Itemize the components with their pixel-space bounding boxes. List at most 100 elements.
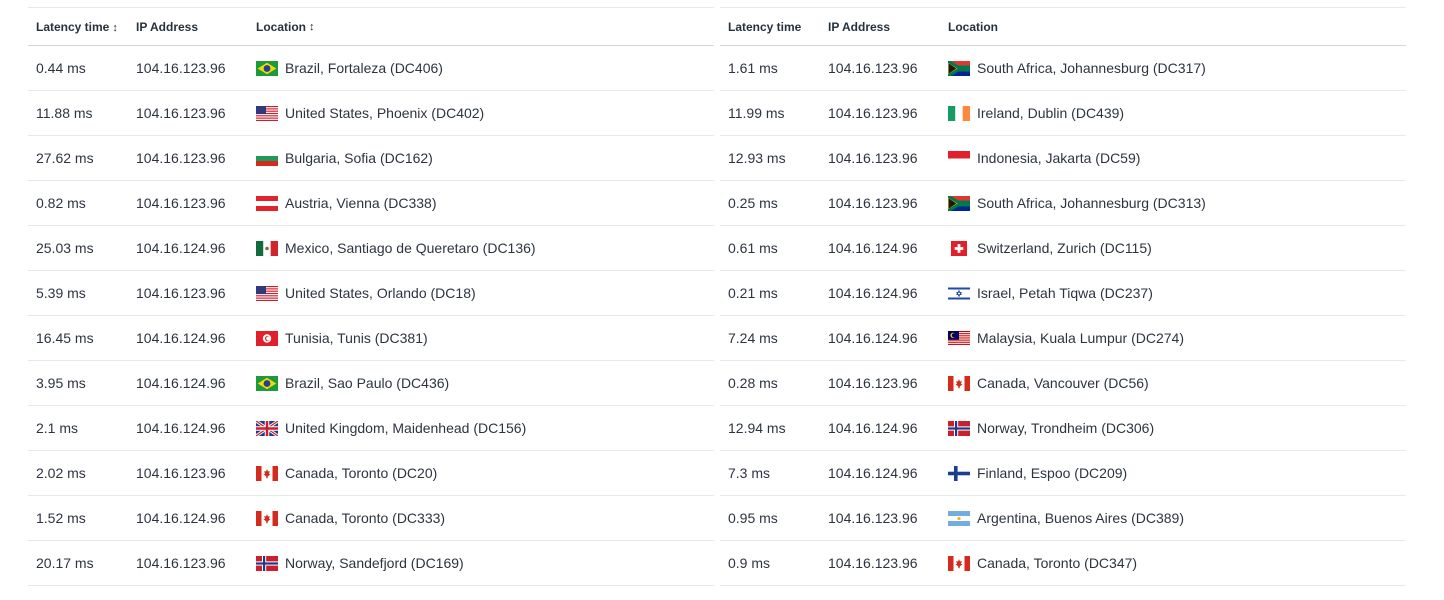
latency-cell: 11.88 ms xyxy=(36,105,93,121)
flag-icon xyxy=(256,150,278,166)
latency-cell: 0.95 ms xyxy=(728,510,778,526)
table-row: 1.52 ms 104.16.124.96 Canada, Toronto (DC3… xyxy=(28,496,714,541)
flag-icon xyxy=(948,195,970,211)
table-row: 0.28 ms 104.16.123.96 Canada, Vancouver (D… xyxy=(720,361,1406,406)
latency-cell: 0.61 ms xyxy=(728,240,778,256)
latency-cell: 2.02 ms xyxy=(36,465,86,481)
flag-icon xyxy=(948,285,970,301)
latency-cell: 27.62 ms xyxy=(36,150,94,166)
location-label: United States, Phoenix (DC402) xyxy=(285,105,485,121)
ip-address-cell: 104.16.123.96 xyxy=(828,375,918,391)
location-cell: United States, Phoenix (DC402) xyxy=(256,105,714,121)
flag-icon xyxy=(256,330,278,346)
sort-arrows-icon[interactable]: ↕ xyxy=(112,22,118,34)
location-label: Brazil, Sao Paulo (DC436) xyxy=(285,375,450,391)
location-cell: Norway, Trondheim (DC306) xyxy=(948,420,1406,436)
flag-icon xyxy=(948,465,970,481)
table-row: 11.99 ms 104.16.123.96 Ireland, Dublin (DC… xyxy=(720,91,1406,136)
latency-cell: 1.52 ms xyxy=(36,510,86,526)
table-row: 12.94 ms 104.16.124.96 Norway, Trondheim (… xyxy=(720,406,1406,451)
latency-cell: 7.3 ms xyxy=(728,465,771,481)
location-cell: Indonesia, Jakarta (DC59) xyxy=(948,150,1406,166)
ip-address-cell: 104.16.124.96 xyxy=(828,330,918,346)
ip-header-label: IP Address xyxy=(828,19,891,34)
location-label: Finland, Espoo (DC209) xyxy=(977,465,1128,481)
ip-address-cell: 104.16.123.96 xyxy=(136,285,226,301)
table-row: 0.82 ms 104.16.123.96 Austria, Vienna (DC3… xyxy=(28,181,714,226)
ip-address-cell: 104.16.124.96 xyxy=(828,240,918,256)
flag-icon xyxy=(256,240,278,256)
location-label: Indonesia, Jakarta (DC59) xyxy=(977,150,1141,166)
location-label: Argentina, Buenos Aires (DC389) xyxy=(977,510,1184,526)
latency-header-label: Latency time xyxy=(728,19,802,34)
table-row: 0.95 ms 104.16.123.96 Argentina, Buenos Ai… xyxy=(720,496,1406,541)
sort-arrows-icon[interactable]: ↕ xyxy=(309,21,315,33)
ip-address-cell: 104.16.124.96 xyxy=(828,465,918,481)
ip-address-cell: 104.16.124.96 xyxy=(136,375,226,391)
ip-address-cell: 104.16.123.96 xyxy=(828,555,918,571)
table-row: 0.25 ms 104.16.123.96 South Africa, Johann… xyxy=(720,181,1406,226)
latency-cell: 1.61 ms xyxy=(728,60,778,76)
latency-cell: 0.9 ms xyxy=(728,555,771,571)
table-row: 7.3 ms 104.16.124.96 Finland, Espoo (DC209… xyxy=(720,451,1406,496)
latency-cell: 16.45 ms xyxy=(36,330,94,346)
latency-header-label: Latency time xyxy=(36,19,110,34)
latency-cell: 11.99 ms xyxy=(728,105,785,121)
latency-cell: 7.24 ms xyxy=(728,330,778,346)
location-label: Canada, Toronto (DC347) xyxy=(977,555,1138,571)
ip-address-cell: 104.16.124.96 xyxy=(136,240,226,256)
location-cell: Malaysia, Kuala Lumpur (DC274) xyxy=(948,330,1406,346)
ip-address-cell: 104.16.123.96 xyxy=(136,555,226,571)
latency-cell: 5.39 ms xyxy=(36,285,86,301)
table-row: 11.88 ms 104.16.123.96 United States, Phoe… xyxy=(28,91,714,136)
table-header: Latency time IP Address Location xyxy=(720,8,1406,46)
table-row: 0.21 ms 104.16.124.96 Israel, Petah Tiqwa … xyxy=(720,271,1406,316)
location-cell: United States, Orlando (DC18) xyxy=(256,285,714,301)
flag-icon xyxy=(948,420,970,436)
location-cell: Ireland, Dublin (DC439) xyxy=(948,105,1406,121)
latency-cell: 2.1 ms xyxy=(36,420,79,436)
flag-icon xyxy=(256,375,278,391)
flag-icon xyxy=(256,60,278,76)
table-row: 2.02 ms 104.16.123.96 Canada, Toronto (DC2… xyxy=(28,451,714,496)
location-label: Norway, Trondheim (DC306) xyxy=(977,420,1155,436)
table-row: 7.24 ms 104.16.124.96 Malaysia, Kuala Lump… xyxy=(720,316,1406,361)
location-cell: Tunisia, Tunis (DC381) xyxy=(256,330,714,346)
table-row: 25.03 ms 104.16.124.96 Mexico, Santiago de… xyxy=(28,226,714,271)
flag-icon xyxy=(256,195,278,211)
flag-icon xyxy=(256,555,278,571)
latency-column-header[interactable]: Latency time ↕ xyxy=(28,20,136,34)
location-label: Ireland, Dublin (DC439) xyxy=(977,105,1125,121)
latency-cell: 0.28 ms xyxy=(728,375,778,391)
ip-header-label: IP Address xyxy=(136,19,199,34)
ip-address-cell: 104.16.124.96 xyxy=(136,510,226,526)
ip-address-cell: 104.16.123.96 xyxy=(828,510,918,526)
table-row: 0.61 ms 104.16.124.96 Switzerland, Zurich … xyxy=(720,226,1406,271)
location-cell: Argentina, Buenos Aires (DC389) xyxy=(948,510,1406,526)
latency-table-right: Latency time IP Address Location 1.61 ms… xyxy=(720,7,1406,586)
location-cell: Canada, Toronto (DC347) xyxy=(948,555,1406,571)
ip-address-cell: 104.16.123.96 xyxy=(136,105,226,121)
location-label: Norway, Sandefjord (DC169) xyxy=(285,555,464,571)
location-label: Bulgaria, Sofia (DC162) xyxy=(285,150,433,166)
location-cell: South Africa, Johannesburg (DC317) xyxy=(948,60,1406,76)
table-row: 20.17 ms 104.16.123.96 Norway, Sandefjord … xyxy=(28,541,714,586)
location-cell: Finland, Espoo (DC209) xyxy=(948,465,1406,481)
location-label: Malaysia, Kuala Lumpur (DC274) xyxy=(977,330,1184,346)
location-label: Israel, Petah Tiqwa (DC237) xyxy=(977,285,1153,301)
table-row: 27.62 ms 104.16.123.96 Bulgaria, Sofia (DC… xyxy=(28,136,714,181)
location-column-header[interactable]: Location ↕ xyxy=(256,20,714,34)
ip-address-cell: 104.16.124.96 xyxy=(136,420,226,436)
table-row: 16.45 ms 104.16.124.96 Tunisia, Tunis (DC3… xyxy=(28,316,714,361)
location-cell: Canada, Toronto (DC333) xyxy=(256,510,714,526)
location-cell: Brazil, Sao Paulo (DC436) xyxy=(256,375,714,391)
location-cell: South Africa, Johannesburg (DC313) xyxy=(948,195,1406,211)
latency-cell: 12.93 ms xyxy=(728,150,786,166)
ip-address-cell: 104.16.123.96 xyxy=(136,60,226,76)
flag-icon xyxy=(948,510,970,526)
location-cell: Canada, Toronto (DC20) xyxy=(256,465,714,481)
latency-column-header: Latency time xyxy=(720,20,828,34)
table-row: 2.1 ms 104.16.124.96 United Kingdom, Maide… xyxy=(28,406,714,451)
ip-address-cell: 104.16.123.96 xyxy=(828,105,918,121)
latency-cell: 25.03 ms xyxy=(36,240,94,256)
